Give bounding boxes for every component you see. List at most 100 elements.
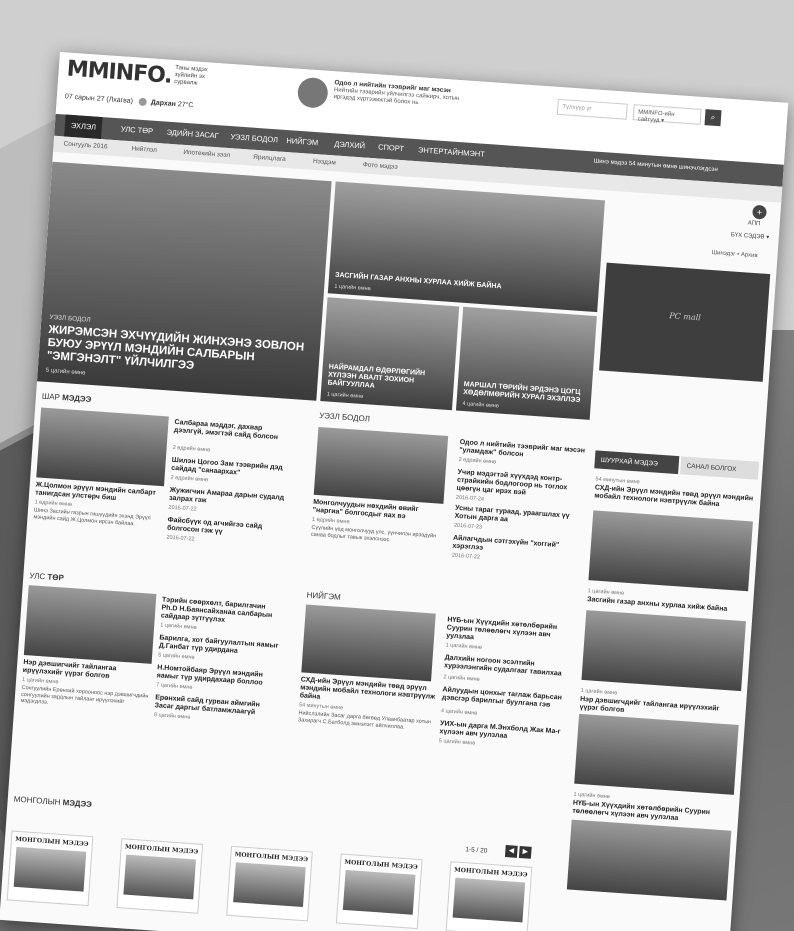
newspaper-thumbnail[interactable]: МОНГОЛЫН МЭДЭЭ bbox=[226, 845, 313, 922]
niigem-item-meta: 5 цагийн өмнө bbox=[438, 738, 476, 747]
promo-article[interactable]: Одоо л нийтийн тээврийг маг мэсэн Нийтий… bbox=[296, 73, 478, 125]
paper-masthead: МОНГОЛЫН МЭДЭЭ bbox=[124, 843, 199, 856]
site-select-dropdown[interactable]: MMINFO-ийн сайтууд ▾ bbox=[632, 104, 702, 125]
uzel-lead-text: Сүүлийн үед монголчууд улс, үүнчилэн ирэ… bbox=[310, 524, 437, 543]
section-title-society: НИЙГЭМ bbox=[306, 590, 341, 602]
app-label: АПП bbox=[747, 220, 761, 228]
paper-masthead: МОНГОЛЫН МЭДЭЭ bbox=[14, 835, 89, 848]
hero-category: УЭЗЛ БОДОЛ bbox=[49, 313, 91, 324]
section-title-light: МОНГОЛЫН bbox=[13, 794, 61, 807]
uzel-item-meta: 2 өдрийн өмнө bbox=[458, 456, 497, 466]
search-icon[interactable]: ⌕ bbox=[704, 109, 722, 127]
featured-card[interactable]: МАРШАЛ ТӨРИЙН ЭРДЭНЭ ЦОГЦ ХӨДӨЛМӨРИЙН ХУ… bbox=[455, 306, 597, 420]
featured-card[interactable]: НАЙРАМДАЛ ӨДӨРЛӨГИЙН ХҮЛЭЭН АВАЛТ ЗОХИОН… bbox=[320, 297, 460, 411]
nav-item-economy[interactable]: ЭДИЙН ЗАСАГ bbox=[166, 128, 219, 141]
card-title: НАЙРАМДАЛ ӨДӨРЛӨГИЙН ХҮЛЭЭН АВАЛТ ЗОХИОН… bbox=[327, 363, 426, 390]
nav-item-world[interactable]: ДЭЛХИЙ bbox=[334, 139, 365, 150]
sidebar-item-meta: 1 цагийн өмнө bbox=[580, 687, 618, 697]
sidebar-item-image[interactable] bbox=[566, 819, 732, 901]
weather-icon bbox=[138, 97, 148, 107]
sidebar-item-title[interactable]: СХД-ийн Эрүүл мэндийн төвд эрүүл мэндийн… bbox=[594, 484, 755, 511]
date-weather: 07 сарын 27 (Лхагва) Дархан 27°C bbox=[65, 92, 194, 109]
uzel-item-meta: 2016-07-24 bbox=[455, 494, 485, 503]
newspaper-thumbnail[interactable]: МОНГОЛЫН МЭДЭЭ bbox=[116, 838, 204, 914]
shar-lead-text: Шинэ Засгийн газрын гишүүдийн эхэнд Эрүү… bbox=[33, 507, 151, 527]
uls-lead-image[interactable] bbox=[23, 585, 157, 664]
newspaper-thumbnail[interactable]: МОНГОЛЫН МЭДЭЭ bbox=[6, 830, 94, 907]
hero-meta: 5 цагийн өмнө bbox=[45, 367, 86, 377]
tab-recommended[interactable]: САНАЛ БОЛГОХ bbox=[680, 456, 760, 480]
all-topics-dropdown[interactable]: БҮХ СЭДЭВ ▾ bbox=[731, 231, 770, 241]
subnav-item-interview[interactable]: Ярилцлага bbox=[253, 154, 286, 163]
uzel-item-meta: 2016-07-23 bbox=[453, 522, 483, 531]
niigem-item-meta: 1 цагийн өмнө bbox=[445, 642, 483, 651]
featured-card[interactable]: ЗАСГИЙН ГАЗАР АНХНЫ ХУРЛАА ХИЙЖ БАЙНА 1 … bbox=[327, 181, 605, 313]
subnav-item-naadam[interactable]: Нээдэм bbox=[313, 158, 336, 167]
uzel-item-meta: 2016-07-22 bbox=[451, 552, 481, 561]
shar-item-meta: 2 өдрийн өмнө bbox=[172, 444, 211, 454]
uls-item-meta: 1 цагийн өмнө bbox=[160, 622, 197, 631]
weather-city: Дархан bbox=[150, 99, 177, 109]
promo-avatar bbox=[296, 76, 329, 109]
prev-arrow-icon[interactable]: ◀ bbox=[504, 845, 518, 858]
temperature: 27°C bbox=[177, 101, 194, 110]
site-logo[interactable]: MMINFO. bbox=[66, 57, 172, 89]
section-title-bold: ТӨР bbox=[47, 572, 65, 583]
advertisement-banner[interactable]: PC mall bbox=[599, 262, 771, 382]
update-note: Шинэ мэдээ 54 минутын өмнө шинэчлэгдсэн bbox=[593, 158, 718, 174]
paper-masthead: МОНГОЛЫН МЭДЭЭ bbox=[234, 851, 309, 864]
app-plus-icon[interactable]: + bbox=[752, 204, 768, 220]
tab-breaking-news[interactable]: ШУУРХАЙ МЭДЭЭ bbox=[594, 450, 680, 475]
ad-text: PC mall bbox=[669, 311, 702, 323]
nav-item-society[interactable]: НИЙГЭМ bbox=[286, 136, 318, 147]
shar-lead-image[interactable] bbox=[36, 407, 169, 487]
subnav-item-articles[interactable]: Нийтлэл bbox=[131, 145, 157, 154]
sidebar-item-meta: 1 цагийн өмнө bbox=[587, 588, 625, 597]
website-page: MMINFO. Таны мэдэх зүйлийн эх сурвалж 07… bbox=[0, 52, 789, 931]
section-title-bold: МЭДЭЭ bbox=[62, 798, 93, 810]
shar-item-meta: 2016-07-22 bbox=[168, 504, 197, 513]
uls-item-meta: 7 цагийн өмнө bbox=[155, 682, 193, 691]
nav-item-home[interactable]: ЭХЛЭЛ bbox=[64, 114, 103, 140]
paper-image bbox=[342, 869, 416, 915]
newspaper-thumbnail[interactable]: МОНГОЛЫН МЭДЭЭ bbox=[445, 861, 533, 931]
card-meta: 1 цагийн өмнө bbox=[334, 283, 371, 293]
niigem-lead-image[interactable] bbox=[301, 604, 436, 682]
sidebar-item-image[interactable] bbox=[588, 510, 753, 592]
nav-item-opinion[interactable]: УЭЗЛ БОДОЛ bbox=[230, 132, 278, 144]
hero-article[interactable]: УЭЗЛ БОДОЛ ЖИРЭМСЭН ЭХЧҮҮДИЙН ЖИНХЭНЭ ЗО… bbox=[36, 161, 332, 401]
nav-item-sport[interactable]: СПОРТ bbox=[378, 142, 404, 153]
section-title-mongol: МОНГОЛЫН МЭДЭЭ bbox=[13, 795, 92, 809]
sidebar-item-meta: 1 цагийн өмнө bbox=[573, 791, 611, 801]
section-title-opinion: УЭЗЛ БОДОЛ bbox=[318, 410, 371, 424]
newspaper-thumbnail[interactable]: МОНГОЛЫН МЭДЭЭ bbox=[335, 853, 423, 930]
nav-item-politics[interactable]: УЛС ТӨР bbox=[120, 124, 153, 135]
next-arrow-icon[interactable]: ▶ bbox=[518, 846, 532, 859]
subnav-item-photo[interactable]: Фото мэдээ bbox=[363, 161, 398, 170]
search-input[interactable]: Түлхүүр үг bbox=[556, 98, 628, 120]
uzel-lead-image[interactable] bbox=[313, 426, 449, 504]
section-title-bold: МЭДЭЭ bbox=[61, 393, 92, 405]
uzel-lead-meta: 1 өдрийн өмнө bbox=[311, 516, 350, 526]
niigem-item-meta: 2 цагийн өмнө bbox=[443, 674, 480, 683]
paper-masthead: МОНГОЛЫН МЭДЭЭ bbox=[344, 858, 418, 871]
shar-item-meta: 2 өдрийн өмнө bbox=[170, 474, 209, 484]
sidebar-item-image[interactable] bbox=[581, 610, 746, 692]
paper-image bbox=[13, 846, 87, 892]
paper-image bbox=[233, 862, 306, 908]
shar-item-title[interactable]: Салбараа мэддэг, дахвар дээлгүй, эмэгтэй… bbox=[174, 419, 293, 443]
paper-image bbox=[123, 854, 197, 900]
nav-item-entertainment[interactable]: ЭНТЕРТАЙНМЭНТ bbox=[418, 145, 485, 159]
niigem-item-meta: 4 цагийн өмнө bbox=[440, 708, 478, 717]
subnav-item-election[interactable]: Сонгууль 2016 bbox=[63, 140, 107, 150]
subnav-item-mortgage[interactable]: Ипотекийн зээл bbox=[183, 149, 230, 159]
niigem-item-title[interactable]: Айлуудын цонхыг таглаж барьсан дэвсгэр б… bbox=[442, 686, 571, 711]
site-select-label: MMINFO-ийн сайтууд bbox=[637, 109, 675, 124]
niigem-lead-text: Нийслэлийн Засаг дарга бөгөөд Улаанбаата… bbox=[297, 710, 432, 731]
paper-image bbox=[452, 877, 526, 923]
uls-item-meta: 5 цагийн өмнө bbox=[157, 652, 195, 661]
sidebar-item-image[interactable] bbox=[574, 713, 739, 795]
sidebar-tabs: ШУУРХАЙ МЭДЭЭ САНАЛ БОЛГОХ bbox=[594, 450, 760, 480]
uls-lead-text: Сонгуулийн Ерөнхий хорооноос нэр дэвшигч… bbox=[20, 684, 149, 706]
archive-links[interactable]: Шинэдэг • Архив bbox=[711, 250, 757, 259]
